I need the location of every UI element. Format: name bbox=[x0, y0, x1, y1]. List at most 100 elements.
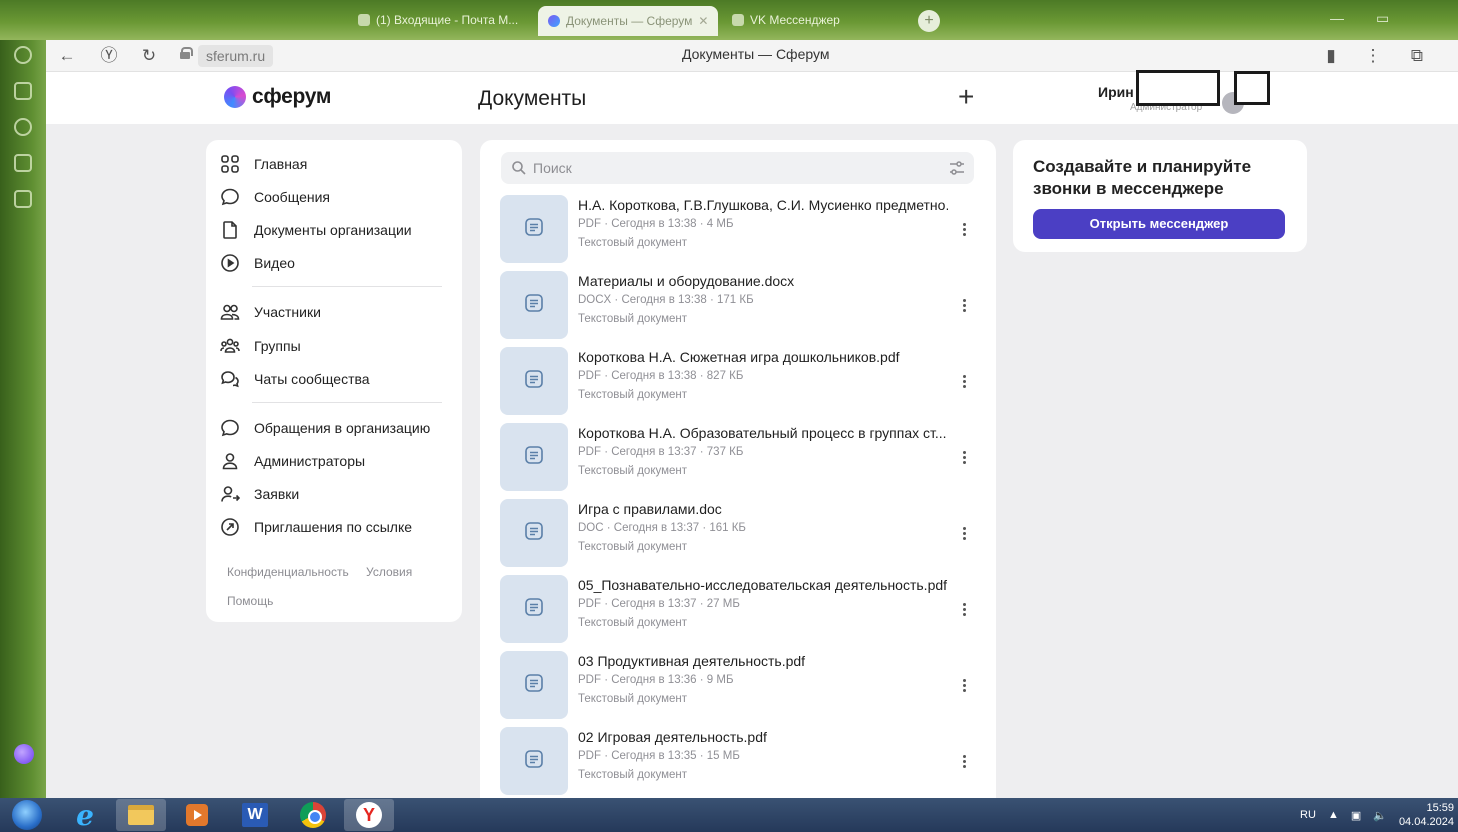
document-thumbnail bbox=[500, 575, 568, 643]
left-navigation: Главная Сообщения Документы организации … bbox=[206, 140, 462, 622]
more-options-icon[interactable] bbox=[956, 369, 972, 393]
document-row[interactable]: Н.А. Короткова, Г.В.Глушкова, С.И. Мусие… bbox=[500, 195, 976, 271]
alice-assistant-icon[interactable] bbox=[14, 744, 34, 764]
document-row[interactable]: 05_Познавательно-исследовательская деяте… bbox=[500, 575, 976, 651]
document-thumbnail bbox=[500, 651, 568, 719]
document-row[interactable]: Материалы и оборудование.docx DOCX · Сег… bbox=[500, 271, 976, 347]
grid-icon bbox=[220, 154, 240, 174]
link-invite-icon bbox=[220, 517, 240, 537]
taskbar-chrome[interactable] bbox=[288, 799, 338, 831]
chat-bubble-icon bbox=[220, 187, 240, 207]
document-name[interactable]: Н.А. Короткова, Г.В.Глушкова, С.И. Мусие… bbox=[578, 197, 948, 213]
text-document-icon bbox=[523, 292, 545, 319]
document-row[interactable]: Игра с правилами.doc DOC · Сегодня в 13:… bbox=[500, 499, 976, 575]
terms-link[interactable]: Условия bbox=[366, 565, 412, 579]
volume-icon[interactable]: 🔈 bbox=[1373, 809, 1387, 822]
yandex-icon[interactable]: Ⓨ bbox=[98, 45, 120, 67]
more-options-icon[interactable] bbox=[956, 597, 972, 621]
more-options-icon[interactable] bbox=[956, 445, 972, 469]
nav-item-link-invites[interactable]: Приглашения по ссылке bbox=[220, 517, 412, 537]
document-type: Текстовый документ bbox=[578, 237, 688, 249]
nav-item-video[interactable]: Видео bbox=[220, 253, 295, 273]
nav-item-org-requests[interactable]: Обращения в организацию bbox=[220, 418, 430, 438]
group-icon bbox=[220, 336, 240, 356]
back-arrow-icon[interactable]: ← bbox=[56, 45, 78, 67]
document-row[interactable]: Короткова Н.А. Сюжетная игра дошкольнико… bbox=[500, 347, 976, 423]
document-name[interactable]: Короткова Н.А. Образовательный процесс в… bbox=[578, 425, 948, 441]
text-document-icon bbox=[523, 444, 545, 471]
taskbar-yandex-browser[interactable]: Y bbox=[344, 799, 394, 831]
filter-icon[interactable] bbox=[948, 159, 966, 177]
document-name[interactable]: Игра с правилами.doc bbox=[578, 501, 948, 517]
site-header: сферум Документы + Ирин Администратор bbox=[46, 70, 1458, 124]
taskbar-media-player[interactable] bbox=[172, 799, 222, 831]
restore-icon[interactable]: ▭ bbox=[1376, 10, 1389, 27]
document-row[interactable]: 03 Продуктивная деятельность.pdf PDF · С… bbox=[500, 651, 976, 727]
document-type: Текстовый документ bbox=[578, 313, 688, 325]
document-name[interactable]: Материалы и оборудование.docx bbox=[578, 273, 948, 289]
document-thumbnail bbox=[500, 727, 568, 795]
nav-item-community-chats[interactable]: Чаты сообщества bbox=[220, 369, 370, 389]
language-indicator[interactable]: RU bbox=[1300, 809, 1316, 821]
taskbar-word[interactable]: W bbox=[230, 799, 280, 831]
tab-sferum-documents[interactable]: Документы — Сферум ✕ bbox=[538, 6, 719, 36]
nav-item-groups[interactable]: Группы bbox=[220, 336, 301, 356]
document-meta: PDF · Сегодня в 13:37 · 737 КБ bbox=[578, 446, 744, 458]
document-meta: PDF · Сегодня в 13:37 · 27 МБ bbox=[578, 598, 740, 610]
bookmark-icon[interactable]: ▮ bbox=[1320, 45, 1342, 67]
tab-mail[interactable]: (1) Входящие - Почта М... bbox=[358, 8, 518, 32]
collections-icon[interactable] bbox=[14, 82, 32, 100]
nav-item-org-documents[interactable]: Документы организации bbox=[220, 220, 412, 240]
more-options-icon[interactable] bbox=[956, 293, 972, 317]
network-icon[interactable]: ▣ bbox=[1351, 809, 1361, 822]
more-options-icon[interactable] bbox=[956, 217, 972, 241]
document-name[interactable]: 03 Продуктивная деятельность.pdf bbox=[578, 653, 948, 669]
search-icon bbox=[511, 160, 527, 176]
logo-text: сферум bbox=[252, 85, 332, 108]
more-options-icon[interactable] bbox=[956, 749, 972, 773]
sferum-logo[interactable]: сферум bbox=[224, 85, 331, 109]
extensions-icon[interactable]: ⧉ bbox=[1406, 45, 1428, 67]
url-field[interactable]: sferum.ru bbox=[198, 45, 274, 67]
document-name[interactable]: 02 Игровая деятельность.pdf bbox=[578, 729, 948, 745]
tab-vk-messenger[interactable]: VK Мессенджер bbox=[732, 8, 840, 32]
document-row[interactable]: 02 Игровая деятельность.pdf PDF · Сегодн… bbox=[500, 727, 976, 798]
promo-text: Создавайте и планируйте звонки в мессенд… bbox=[1033, 157, 1252, 198]
windows-start-icon[interactable] bbox=[12, 800, 42, 830]
more-options-icon[interactable] bbox=[956, 521, 972, 545]
word-icon: W bbox=[242, 803, 268, 827]
nav-item-label: Чаты сообщества bbox=[254, 371, 370, 387]
more-options-icon[interactable] bbox=[956, 673, 972, 697]
document-row[interactable]: Короткова Н.А. Образовательный процесс в… bbox=[500, 423, 976, 499]
nav-item-applications[interactable]: Заявки bbox=[220, 484, 299, 504]
add-document-button[interactable]: + bbox=[958, 83, 974, 111]
document-name[interactable]: Короткова Н.А. Сюжетная игра дошкольнико… bbox=[578, 349, 948, 365]
document-meta: PDF · Сегодня в 13:35 · 15 МБ bbox=[578, 750, 740, 762]
privacy-link[interactable]: Конфиденциальность bbox=[227, 565, 349, 579]
search-bar bbox=[501, 152, 974, 184]
new-tab-button[interactable]: + bbox=[918, 10, 940, 32]
tray-expand-icon[interactable]: ▲ bbox=[1328, 809, 1339, 821]
video-icon[interactable] bbox=[14, 118, 32, 136]
reload-icon[interactable]: ↻ bbox=[138, 45, 160, 67]
document-name[interactable]: 05_Познавательно-исследовательская деяте… bbox=[578, 577, 948, 593]
menu-dots-icon[interactable]: ⋮ bbox=[1362, 45, 1384, 67]
user-name[interactable]: Ирин bbox=[1098, 84, 1134, 100]
taskbar-internet-explorer[interactable]: e bbox=[60, 799, 110, 832]
open-messenger-button[interactable]: Открыть мессенджер bbox=[1033, 209, 1285, 239]
nav-item-messages[interactable]: Сообщения bbox=[220, 187, 330, 207]
help-link[interactable]: Помощь bbox=[227, 594, 273, 608]
search-input[interactable] bbox=[533, 152, 913, 184]
folder-icon bbox=[128, 805, 154, 825]
document-type: Текстовый документ bbox=[578, 389, 688, 401]
notes-icon[interactable] bbox=[14, 190, 32, 208]
taskbar-file-explorer[interactable] bbox=[116, 799, 166, 831]
close-tab-icon[interactable]: ✕ bbox=[698, 14, 708, 28]
nav-item-home[interactable]: Главная bbox=[220, 154, 307, 174]
history-icon[interactable] bbox=[14, 46, 32, 64]
nav-item-admins[interactable]: Администраторы bbox=[220, 451, 365, 471]
nav-item-members[interactable]: Участники bbox=[220, 302, 321, 322]
clock[interactable]: 15:59 04.04.2024 bbox=[1399, 801, 1454, 829]
calendar-icon[interactable] bbox=[14, 154, 32, 172]
minimize-icon[interactable]: — bbox=[1330, 10, 1344, 26]
